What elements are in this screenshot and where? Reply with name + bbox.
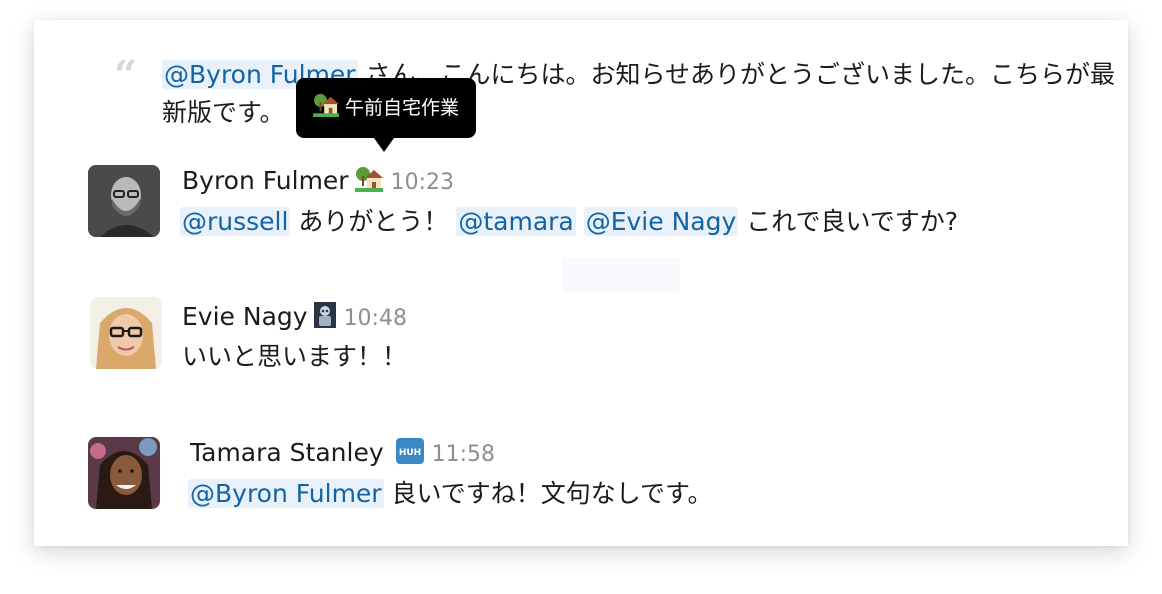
avatar[interactable]: [88, 437, 160, 509]
robot-icon[interactable]: [313, 302, 336, 335]
quote-icon: “: [114, 52, 138, 99]
timestamp[interactable]: 10:48: [344, 306, 407, 331]
huh-icon[interactable]: HUH: [395, 438, 424, 471]
message-header: Tamara Stanley HUH 11:58: [190, 438, 495, 471]
mention-link[interactable]: @russell: [180, 207, 291, 236]
message-text-part: 良いですね！文句なしです。: [383, 479, 713, 508]
sender-name[interactable]: Byron Fulmer: [182, 166, 349, 195]
hover-highlight: [562, 258, 680, 292]
message-header: Byron Fulmer 10:23: [182, 166, 454, 199]
message-text: @russell ありがとう！ @tamara @Evie Nagy これで良い…: [180, 204, 958, 240]
timestamp[interactable]: 10:23: [391, 170, 454, 195]
tooltip-text: 午前自宅作業: [344, 97, 459, 119]
sender-name[interactable]: Evie Nagy: [182, 302, 308, 331]
message-header: Evie Nagy 10:48: [182, 302, 407, 335]
mention-link[interactable]: @tamara: [456, 207, 576, 236]
house-with-garden-icon[interactable]: [354, 166, 383, 199]
message-text: いいと思います！！: [182, 342, 408, 371]
tooltip-arrow: [374, 138, 394, 152]
mention-link[interactable]: @Evie Nagy: [583, 207, 739, 236]
timestamp[interactable]: 11:58: [432, 442, 495, 467]
mention-link[interactable]: @Byron Fulmer: [188, 479, 384, 508]
status-tooltip: 午前自宅作業: [296, 78, 476, 138]
svg-text:HUH: HUH: [398, 448, 420, 458]
message-text: @Byron Fulmer 良いですね！文句なしです。: [188, 476, 713, 512]
message-text-part: ありがとう！: [290, 207, 457, 236]
avatar[interactable]: [88, 165, 160, 237]
message-text-part: これで良いですか?: [738, 207, 958, 236]
sender-name[interactable]: Tamara Stanley: [190, 438, 384, 467]
avatar[interactable]: [90, 297, 162, 369]
house-with-garden-icon: [313, 81, 339, 141]
